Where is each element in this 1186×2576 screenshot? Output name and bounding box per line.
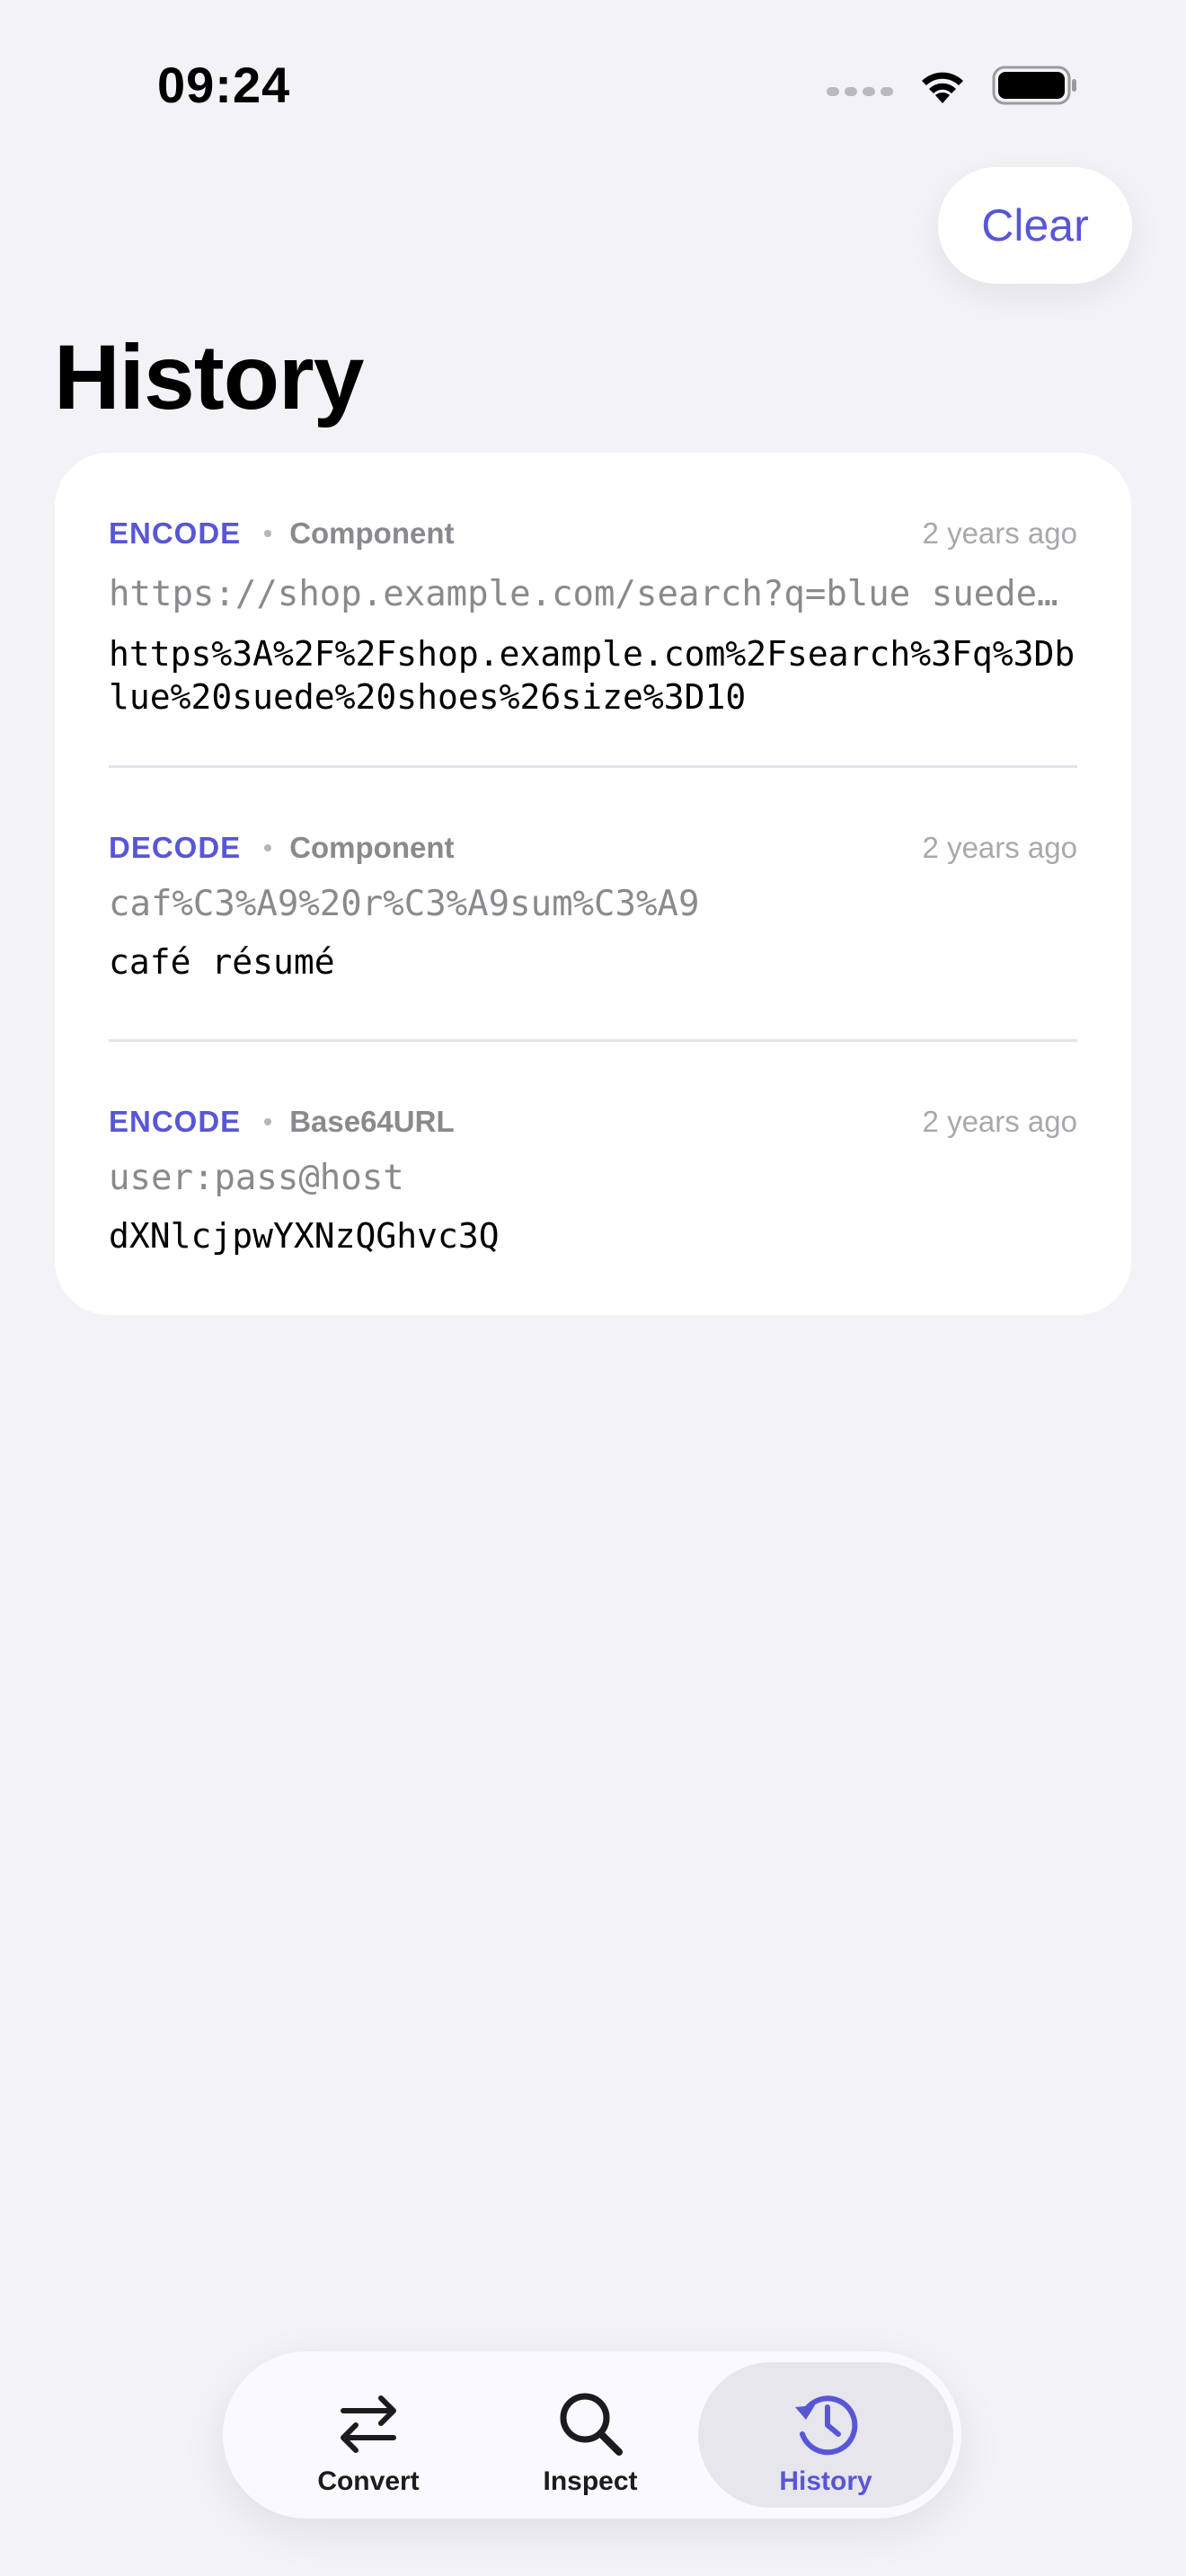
clear-button[interactable]: Clear [938,167,1132,284]
separator-dot [264,1118,272,1125]
operation-label: DECODE [109,831,242,864]
status-time: 09:24 [157,57,291,113]
history-item-meta: ENCODE Component 2 years ago [109,514,1077,553]
mode-label: Component [289,516,455,550]
history-item-meta: ENCODE Base64URL 2 years ago [109,1102,1077,1142]
arrows-left-right-icon [341,2395,396,2453]
tab-label: Inspect [543,2466,638,2496]
history-input: caf%C3%A9%20r%C3%A9sum%C3%A9 [109,884,700,924]
tab-bar: Convert Inspect History [223,2351,961,2519]
battery-icon [992,66,1076,105]
history-output: café résumé [109,942,335,982]
history-output: https%3A%2F%2Fshop.example.com%2Fsearch%… [109,634,1075,717]
history-list: ENCODE Component 2 years ago https://sho… [55,453,1131,1315]
history-input: user:pass@host [109,1158,404,1198]
history-item[interactable]: ENCODE Component 2 years ago https://sho… [109,453,1077,767]
history-item[interactable]: ENCODE Base64URL 2 years ago user:pass@h… [109,1041,1077,1315]
mode-label: Component [289,831,455,864]
history-output: dXNlcjpwYXNzQGhvc3Q [109,1216,500,1256]
page-title: History [54,326,364,428]
operation-label: ENCODE [109,1105,242,1138]
tab-inspect[interactable]: Inspect [465,2362,716,2508]
tab-convert[interactable]: Convert [241,2362,496,2508]
timestamp: 2 years ago [922,1105,1077,1138]
status-bar: 09:24 [0,0,1186,171]
timestamp: 2 years ago [922,831,1077,864]
tab-label: Convert [317,2466,420,2496]
status-icons [827,65,1078,106]
separator-dot [264,530,272,537]
tab-history[interactable]: History [698,2362,953,2508]
clock-history-icon [795,2395,858,2456]
history-item[interactable]: DECODE Component 2 years ago caf%C3%A9%2… [109,767,1077,1041]
timestamp: 2 years ago [922,516,1077,550]
wifi-icon [922,72,963,103]
operation-label: ENCODE [109,516,242,550]
tab-label: History [779,2466,872,2496]
cellular-signal-icon [827,87,893,96]
history-input: https://shop.example.com/search?q=blue s… [109,574,1077,614]
separator-dot [264,844,272,851]
history-item-meta: DECODE Component 2 years ago [109,828,1077,868]
mode-label: Base64URL [289,1105,455,1138]
magnifying-glass-icon [560,2393,623,2456]
